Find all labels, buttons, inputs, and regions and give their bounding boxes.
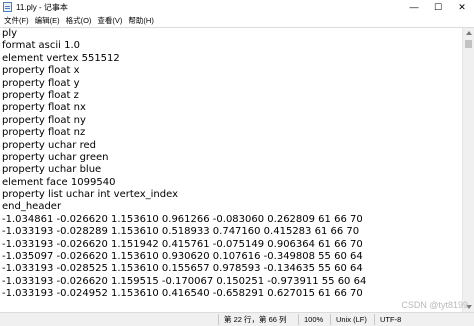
text-line: -1.034861 -0.026620 1.153610 0.961266 -0… bbox=[2, 213, 363, 225]
text-line: property list uchar int vertex_index bbox=[2, 189, 179, 201]
text-line: -1.033193 -0.026620 1.151942 0.415761 -0… bbox=[2, 238, 363, 250]
cursor-position: 第 22 行，第 66 列 bbox=[224, 315, 287, 324]
text-line: ply bbox=[2, 28, 18, 39]
text-line: property float nz bbox=[2, 127, 86, 139]
window-controls: — ☐ ✕ bbox=[402, 0, 474, 14]
window-title: 11.ply - 记事本 bbox=[16, 2, 68, 12]
text-line: end_header bbox=[2, 201, 62, 213]
line-ending: Unix (LF) bbox=[336, 315, 367, 324]
menu-format[interactable]: 格式(O) bbox=[63, 15, 95, 26]
text-line: format ascii 1.0 bbox=[2, 40, 81, 52]
status-bar: 第 22 行，第 66 列 100% Unix (LF) UTF-8 bbox=[0, 312, 474, 326]
menu-edit[interactable]: 编辑(E) bbox=[32, 15, 63, 26]
status-divider bbox=[330, 314, 331, 325]
text-line: property float x bbox=[2, 65, 80, 77]
text-line: element vertex 551512 bbox=[2, 52, 120, 64]
text-line: property float nx bbox=[2, 102, 86, 114]
text-line: property uchar red bbox=[2, 139, 96, 151]
text-line: property float y bbox=[2, 77, 80, 89]
watermark: CSDN @tyt8199 bbox=[401, 300, 468, 310]
maximize-button[interactable]: ☐ bbox=[426, 0, 450, 14]
status-divider bbox=[218, 314, 219, 325]
text-line: -1.033193 -0.028525 1.153610 0.155657 0.… bbox=[2, 263, 363, 275]
text-line: -1.033193 -0.024952 1.153610 0.416540 -0… bbox=[2, 288, 363, 300]
menu-bar: 文件(F) 编辑(E) 格式(O) 查看(V) 帮助(H) bbox=[0, 14, 474, 27]
text-line: property float z bbox=[2, 89, 79, 101]
scrollbar-thumb[interactable] bbox=[465, 40, 472, 48]
title-bar[interactable]: 11.ply - 记事本 — ☐ ✕ bbox=[0, 0, 474, 14]
scroll-up-icon[interactable] bbox=[466, 31, 472, 35]
close-button[interactable]: ✕ bbox=[450, 0, 474, 14]
menu-help[interactable]: 帮助(H) bbox=[125, 15, 156, 26]
text-line: -1.033193 -0.028289 1.153610 0.518933 0.… bbox=[2, 226, 360, 238]
status-divider bbox=[374, 314, 375, 325]
menu-file[interactable]: 文件(F) bbox=[0, 15, 32, 26]
text-line: property uchar blue bbox=[2, 164, 102, 176]
text-line: property float ny bbox=[2, 114, 86, 126]
minimize-button[interactable]: — bbox=[402, 0, 426, 14]
text-line: element face 1099540 bbox=[2, 176, 116, 188]
menu-view[interactable]: 查看(V) bbox=[94, 15, 125, 26]
text-line: -1.033193 -0.026620 1.159515 -0.170067 0… bbox=[2, 275, 367, 287]
text-line: -1.035097 -0.026620 1.153610 0.930620 0.… bbox=[2, 251, 363, 263]
text-line: property uchar green bbox=[2, 151, 109, 163]
text-editor[interactable]: ply format ascii 1.0 element vertex 5515… bbox=[0, 28, 462, 312]
status-divider bbox=[298, 314, 299, 325]
encoding: UTF-8 bbox=[380, 315, 402, 324]
vertical-scrollbar[interactable] bbox=[462, 28, 474, 312]
zoom-level: 100% bbox=[304, 315, 324, 324]
notepad-icon bbox=[3, 2, 12, 12]
